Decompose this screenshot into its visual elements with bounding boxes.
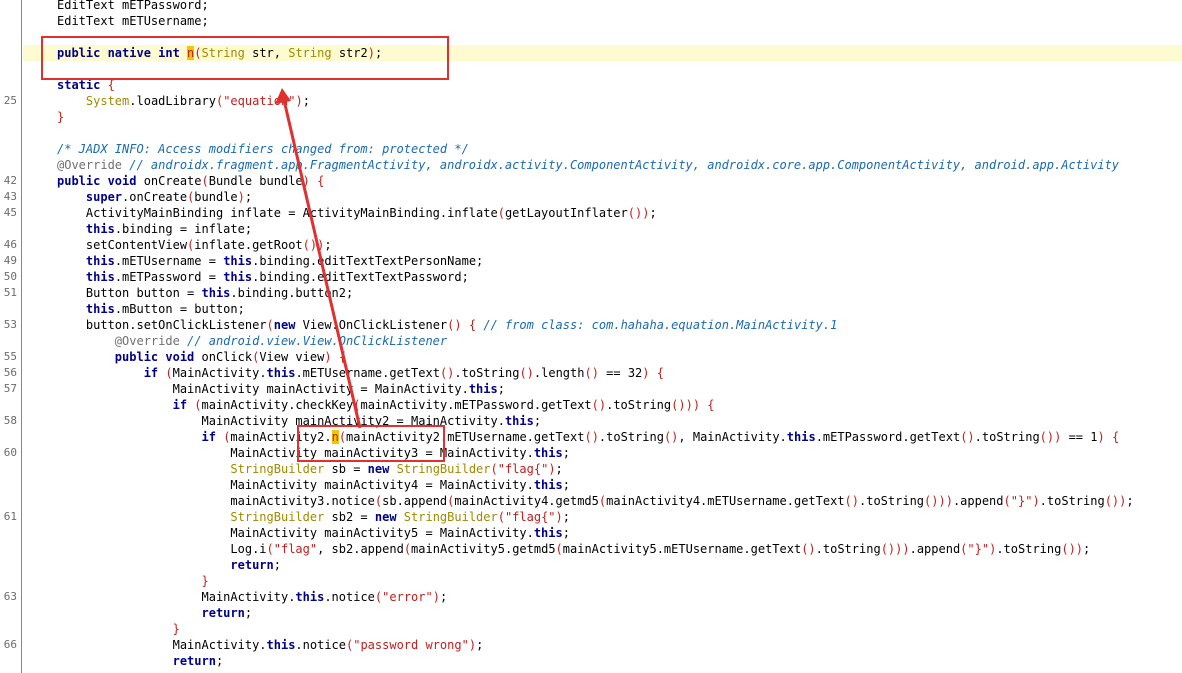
annotation-arrow — [275, 88, 362, 429]
